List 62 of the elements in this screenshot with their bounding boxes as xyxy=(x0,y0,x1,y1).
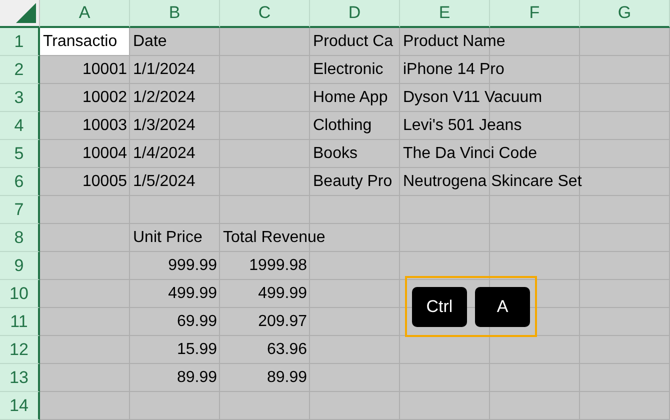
column-header[interactable]: D xyxy=(310,0,400,28)
active-cell[interactable]: Transactio xyxy=(40,28,130,56)
cell-text: Transactio xyxy=(43,32,118,50)
cell-text: 89.99 xyxy=(266,369,307,387)
cell-text: Product Name xyxy=(403,33,506,51)
cell-text: 499.99 xyxy=(168,285,217,303)
row-header[interactable]: 7 xyxy=(0,196,40,224)
cell-text: Home App xyxy=(313,89,388,107)
cell-text: Neutrogena Skincare Set xyxy=(403,173,582,191)
cell-text: 10002 xyxy=(82,89,127,107)
cell-text: 1/1/2024 xyxy=(133,61,196,79)
cell-text: 1/5/2024 xyxy=(133,173,196,191)
cell-text: 63.96 xyxy=(266,341,307,359)
cell-text: Electronic xyxy=(313,61,384,79)
cell-text: 1999.98 xyxy=(249,257,307,275)
cell-text: 1/2/2024 xyxy=(133,89,196,107)
select-all-corner[interactable] xyxy=(0,0,40,28)
column-header[interactable]: B xyxy=(130,0,220,28)
column-header[interactable]: E xyxy=(400,0,490,28)
cell-text: Product Ca xyxy=(313,33,394,51)
column-header[interactable]: G xyxy=(580,0,670,28)
cell-text: Unit Price xyxy=(133,229,202,247)
row-header[interactable]: 9 xyxy=(0,252,40,280)
row-header[interactable]: 1 xyxy=(0,28,40,56)
column-header[interactable]: F xyxy=(490,0,580,28)
cell-text: 499.99 xyxy=(258,285,307,303)
row-header[interactable]: 4 xyxy=(0,112,40,140)
cell-text: Dyson V11 Vacuum xyxy=(403,89,542,107)
row-header[interactable]: 6 xyxy=(0,168,40,196)
cell-text: 89.99 xyxy=(176,369,217,387)
cell-text: 15.99 xyxy=(176,341,217,359)
cell-text: Clothing xyxy=(313,117,372,135)
cell-text: 10003 xyxy=(82,117,127,135)
row-header[interactable]: 2 xyxy=(0,56,40,84)
cell-text: 999.99 xyxy=(168,257,217,275)
cell-text: Total Revenue xyxy=(223,229,326,247)
row-header[interactable]: 14 xyxy=(0,392,40,420)
row-header[interactable]: 8 xyxy=(0,224,40,252)
cell-text: 10005 xyxy=(82,173,127,191)
column-header[interactable]: C xyxy=(220,0,310,28)
row-header[interactable]: 11 xyxy=(0,308,40,336)
cell-text: Beauty Pro xyxy=(313,173,392,191)
cell-text: 10001 xyxy=(82,61,127,79)
cell-text: 69.99 xyxy=(176,313,217,331)
keyboard-key: A xyxy=(475,286,530,326)
row-header[interactable]: 10 xyxy=(0,280,40,308)
row-header[interactable]: 3 xyxy=(0,84,40,112)
cell-text: Levi's 501 Jeans xyxy=(403,117,522,135)
cell-text: 209.97 xyxy=(258,313,307,331)
cell-text: Date xyxy=(133,33,167,51)
cell-text: iPhone 14 Pro xyxy=(403,61,504,79)
cell-text: The Da Vinci Code xyxy=(403,145,537,163)
triangle-icon xyxy=(16,3,36,23)
row-header[interactable]: 12 xyxy=(0,336,40,364)
column-header[interactable]: A xyxy=(40,0,130,28)
row-header[interactable]: 13 xyxy=(0,364,40,392)
row-header[interactable]: 5 xyxy=(0,140,40,168)
cell-text: 10004 xyxy=(82,145,127,163)
cell-text: Books xyxy=(313,145,358,163)
cell-text: 1/3/2024 xyxy=(133,117,196,135)
keyboard-key: Ctrl xyxy=(412,286,467,326)
cell-text: 1/4/2024 xyxy=(133,145,196,163)
